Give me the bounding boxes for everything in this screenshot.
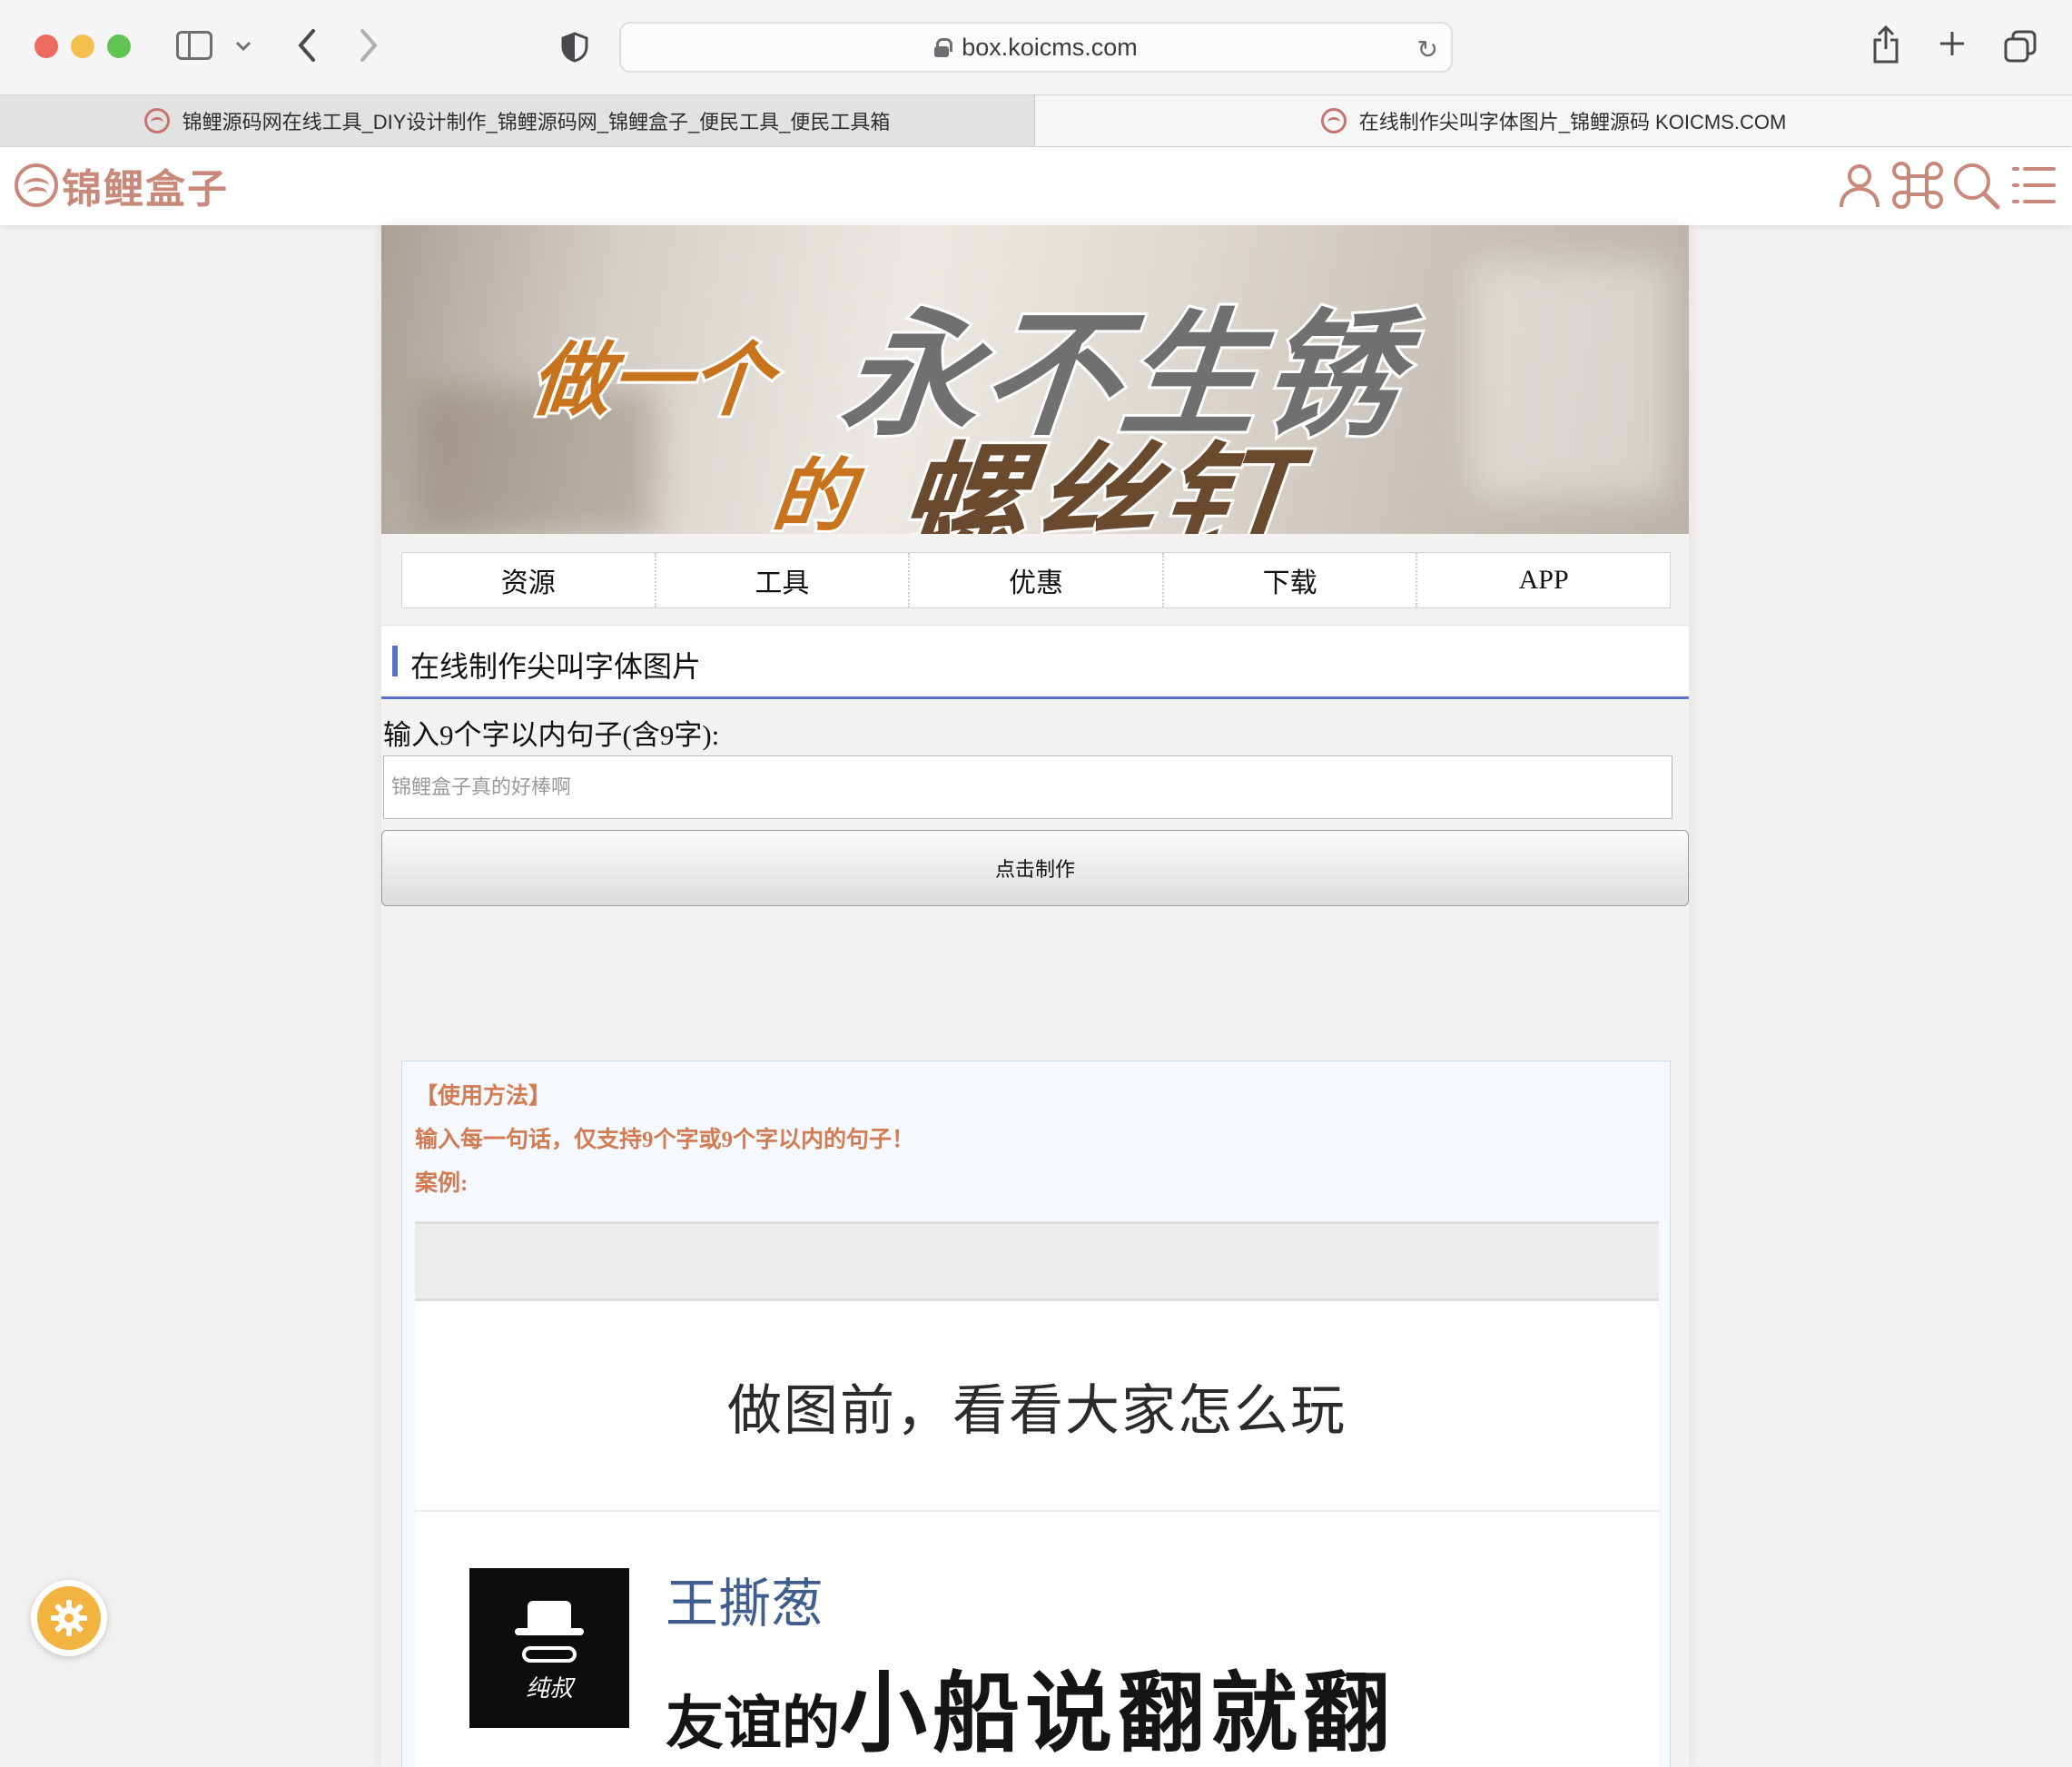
forward-arrow-icon[interactable] <box>352 24 385 67</box>
logo-text: 锦鲤盒子 <box>62 166 229 212</box>
example-title: 做图前，看看大家怎么玩 <box>727 1379 1347 1443</box>
category-nav: 资源 工具 优惠 下载 APP <box>401 552 1671 608</box>
tab-title: 锦鲤源码网在线工具_DIY设计制作_锦鲤源码网_锦鲤盒子_便民工具_便民工具箱 <box>182 111 891 133</box>
input-label: 输入9个字以内句子(含9字): <box>383 719 720 751</box>
user-icon[interactable] <box>1834 160 1885 211</box>
tab-inactive[interactable]: 在线制作尖叫字体图片_锦鲤源码 KOICMS.COM <box>1035 95 2072 146</box>
shield-icon[interactable] <box>559 31 590 64</box>
example-image: 做图前，看看大家怎么玩 纯叔 王撕葱 友谊的小船说翻就翻 <box>415 1221 1659 1767</box>
usage-instruction: 输入每一句话，仅支持9个字或9个字以内的句子！ <box>415 1128 915 1152</box>
apps-icon[interactable] <box>1892 160 1943 211</box>
banner-text: 做一个 <box>524 331 779 429</box>
nav-item-download[interactable]: 下载 <box>1164 553 1418 607</box>
section-accent-bar <box>392 646 398 676</box>
tab-overview-icon[interactable] <box>2003 29 2037 64</box>
divider <box>415 1510 1659 1512</box>
avatar: 纯叔 <box>469 1568 629 1728</box>
nav-item-deals[interactable]: 优惠 <box>910 553 1164 607</box>
tab-active[interactable]: 锦鲤源码网在线工具_DIY设计制作_锦鲤源码网_锦鲤盒子_便民工具_便民工具箱 <box>0 95 1035 146</box>
hat-icon <box>515 1601 584 1635</box>
quote-main: 小船说翻就翻 <box>840 1663 1396 1764</box>
main-content: 做一个 永不生锈 的 螺丝钉 资源 工具 优惠 下载 APP 在线制作尖叫字体图… <box>381 225 1689 1767</box>
chevron-down-icon[interactable] <box>232 31 254 62</box>
gear-icon <box>37 1586 101 1650</box>
sentence-input[interactable] <box>383 755 1672 819</box>
usage-heading: 【使用方法】 <box>415 1084 552 1109</box>
plus-icon[interactable] <box>1934 22 1970 65</box>
browser-toolbar: box.koicms.com ↻ <box>0 0 2072 94</box>
example-quote: 友谊的小船说翻就翻 <box>666 1643 1396 1767</box>
close-window-button[interactable] <box>35 35 58 58</box>
nav-item-resources[interactable]: 资源 <box>402 553 656 607</box>
koi-logo-icon <box>15 163 58 207</box>
tab-strip: 锦鲤源码网在线工具_DIY设计制作_锦鲤源码网_锦鲤盒子_便民工具_便民工具箱 … <box>0 94 2072 147</box>
back-arrow-icon[interactable] <box>291 24 323 67</box>
tab-title: 在线制作尖叫字体图片_锦鲤源码 KOICMS.COM <box>1358 111 1787 133</box>
example-top-bar <box>415 1221 1659 1301</box>
avatar-signature: 纯叔 <box>525 1675 573 1703</box>
site-header: 锦鲤盒子 <box>0 147 2072 225</box>
usage-box: 【使用方法】 输入每一句话，仅支持9个字或9个字以内的句子！ 案例: 做图前，看… <box>401 1061 1671 1767</box>
banner-text: 螺丝钉 <box>887 428 1300 534</box>
banner-image: 做一个 永不生锈 的 螺丝钉 <box>381 225 1689 534</box>
quote-prefix: 友谊的 <box>666 1691 840 1758</box>
menu-icon[interactable] <box>2008 160 2059 211</box>
section-header: 在线制作尖叫字体图片 <box>381 625 1689 699</box>
make-button[interactable]: 点击制作 <box>381 830 1689 906</box>
site-logo[interactable]: 锦鲤盒子 <box>15 160 229 212</box>
address-bar[interactable]: box.koicms.com ↻ <box>619 22 1453 73</box>
example-label: 案例: <box>415 1171 469 1196</box>
page-title: 在线制作尖叫字体图片 <box>410 650 702 683</box>
nav-item-tools[interactable]: 工具 <box>656 553 911 607</box>
search-icon[interactable] <box>1950 160 2001 211</box>
koi-favicon-icon <box>143 108 170 133</box>
minimize-window-button[interactable] <box>71 35 94 58</box>
nav-item-app[interactable]: APP <box>1417 553 1670 607</box>
glasses-icon <box>522 1646 577 1663</box>
sidebar-icon[interactable] <box>176 31 212 60</box>
zoom-window-button[interactable] <box>107 35 131 58</box>
reload-icon[interactable]: ↻ <box>1417 35 1438 64</box>
url-text: box.koicms.com <box>962 33 1138 61</box>
share-icon[interactable] <box>1870 24 1901 65</box>
koi-favicon-icon <box>1320 108 1347 133</box>
settings-button[interactable] <box>31 1580 107 1656</box>
example-author: 王撕葱 <box>666 1573 824 1634</box>
banner-text: 的 <box>765 447 861 534</box>
lock-icon <box>934 38 953 57</box>
